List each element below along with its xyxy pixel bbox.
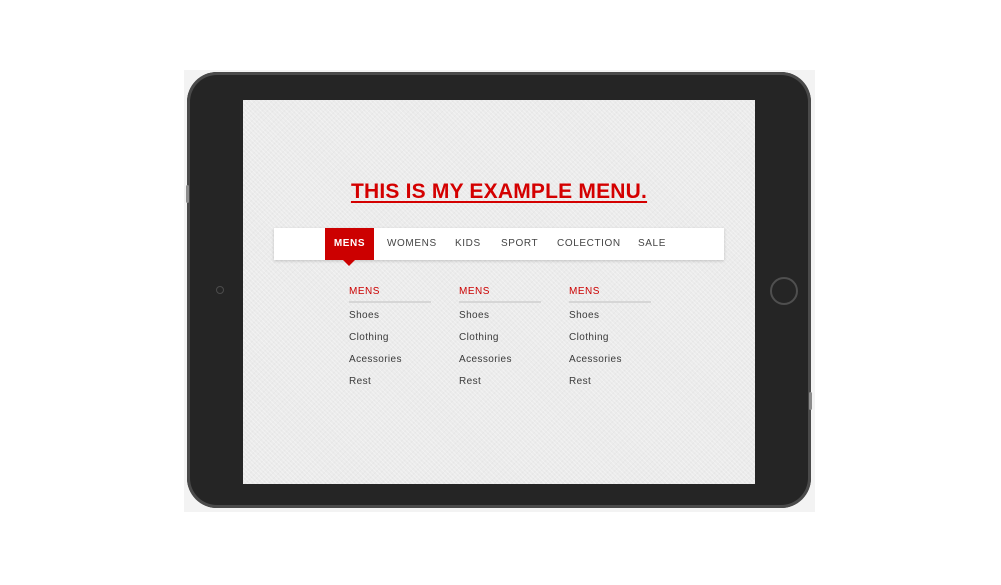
camera-icon bbox=[216, 286, 224, 294]
nav-item-sale[interactable]: SALE bbox=[638, 228, 666, 260]
menu-link-shoes[interactable]: Shoes bbox=[459, 309, 541, 331]
dropdown-column: MENS Shoes Clothing Acessories Rest bbox=[459, 286, 541, 397]
menu-link-rest[interactable]: Rest bbox=[349, 375, 431, 397]
nav-item-kids[interactable]: KIDS bbox=[455, 228, 481, 260]
menu-link-rest[interactable]: Rest bbox=[569, 375, 651, 397]
nav-item-label: SPORT bbox=[501, 238, 539, 249]
nav-item-colection[interactable]: COLECTION bbox=[557, 228, 621, 260]
main-nav-bar: MENS WOMENS KIDS SPORT COLECTION SALE bbox=[274, 228, 724, 266]
nav-item-label: COLECTION bbox=[557, 238, 621, 249]
menu-link-acessories[interactable]: Acessories bbox=[569, 353, 651, 375]
home-button-icon bbox=[770, 277, 798, 305]
column-heading[interactable]: MENS bbox=[349, 286, 431, 303]
dropdown-column: MENS Shoes Clothing Acessories Rest bbox=[569, 286, 651, 397]
nav-item-label: SALE bbox=[638, 238, 666, 249]
menu-link-shoes[interactable]: Shoes bbox=[349, 309, 431, 331]
nav-item-sport[interactable]: SPORT bbox=[501, 228, 538, 260]
menu-link-rest[interactable]: Rest bbox=[459, 375, 541, 397]
tablet-side-button bbox=[809, 392, 812, 410]
nav-item-womens[interactable]: WOMENS bbox=[387, 228, 437, 260]
menu-link-clothing[interactable]: Clothing bbox=[459, 331, 541, 353]
menu-link-clothing[interactable]: Clothing bbox=[569, 331, 651, 353]
column-heading[interactable]: MENS bbox=[459, 286, 541, 303]
nav-item-label: MENS bbox=[333, 238, 366, 249]
dropdown-column: MENS Shoes Clothing Acessories Rest bbox=[349, 286, 431, 397]
menu-link-acessories[interactable]: Acessories bbox=[349, 353, 431, 375]
menu-link-shoes[interactable]: Shoes bbox=[569, 309, 651, 331]
active-pointer-icon bbox=[343, 260, 355, 266]
column-heading[interactable]: MENS bbox=[569, 286, 651, 303]
menu-link-acessories[interactable]: Acessories bbox=[459, 353, 541, 375]
nav-item-label: KIDS bbox=[455, 238, 481, 249]
nav-item-mens[interactable]: MENS bbox=[325, 228, 374, 266]
tablet-volume-button bbox=[186, 185, 189, 203]
page-title: THIS IS MY EXAMPLE MENU. bbox=[350, 180, 648, 203]
menu-link-clothing[interactable]: Clothing bbox=[349, 331, 431, 353]
nav-item-label: WOMENS bbox=[387, 238, 437, 249]
tablet-screen: THIS IS MY EXAMPLE MENU. MENS WOMENS KID… bbox=[243, 100, 755, 484]
